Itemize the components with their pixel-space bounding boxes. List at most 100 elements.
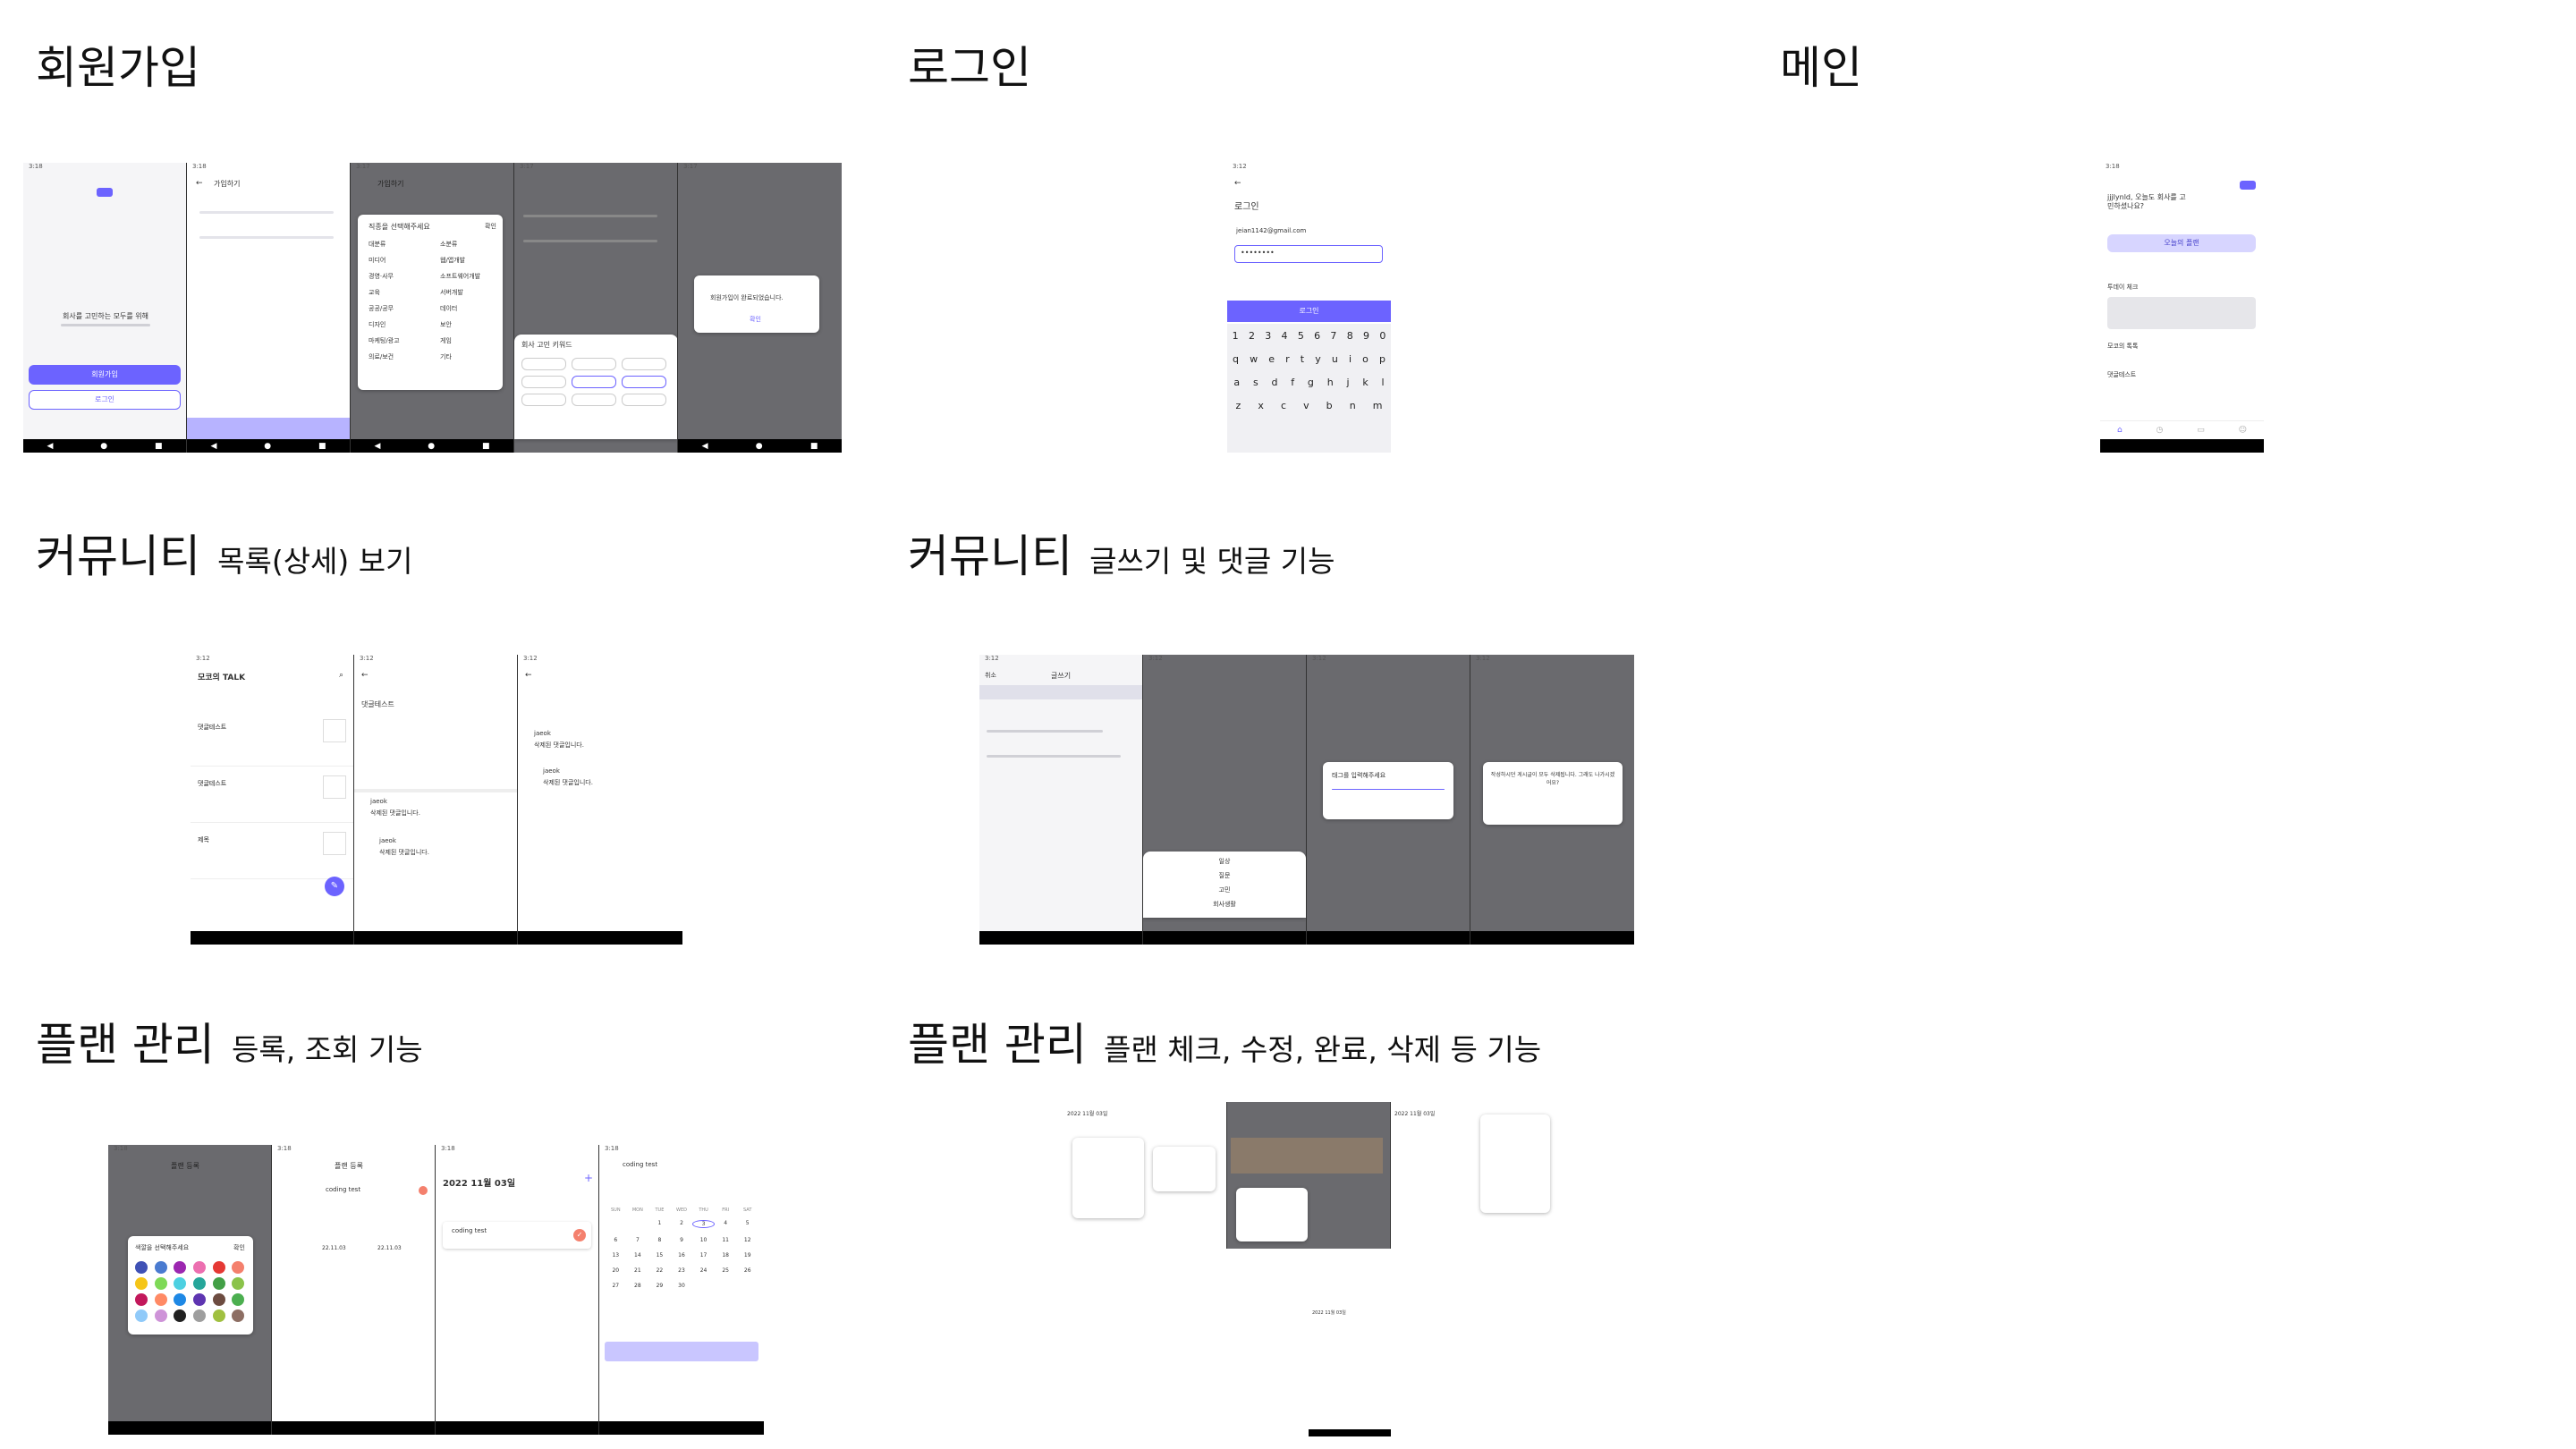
calendar-day[interactable]: 21 bbox=[627, 1267, 649, 1274]
calendar-day[interactable]: 2 bbox=[671, 1220, 693, 1228]
job-sub-item[interactable]: 데이터 bbox=[440, 304, 480, 320]
next-button[interactable] bbox=[187, 418, 350, 439]
plan-color-swatch[interactable] bbox=[419, 1186, 428, 1195]
keyword-chip[interactable] bbox=[521, 394, 566, 406]
color-swatch[interactable] bbox=[232, 1261, 245, 1274]
keyboard-key[interactable]: x bbox=[1258, 400, 1264, 411]
calendar-day[interactable]: 14 bbox=[627, 1252, 649, 1258]
color-swatch[interactable] bbox=[174, 1309, 187, 1322]
search-icon[interactable]: ⌕ bbox=[339, 671, 343, 680]
color-swatch[interactable] bbox=[212, 1277, 225, 1290]
calendar-day[interactable]: 28 bbox=[627, 1283, 649, 1289]
input-field[interactable] bbox=[199, 236, 334, 239]
back-icon[interactable]: ◀ bbox=[47, 442, 53, 451]
tag-input[interactable] bbox=[1332, 789, 1445, 790]
keyboard-key[interactable]: 2 bbox=[1249, 330, 1255, 342]
job-main-item[interactable]: 의료/보건 bbox=[369, 352, 400, 369]
confirm-button[interactable]: 확인 bbox=[233, 1243, 245, 1252]
calendar-day[interactable]: 9 bbox=[671, 1237, 693, 1243]
back-arrow-icon[interactable]: ← bbox=[361, 671, 369, 680]
calendar-day[interactable]: 3 bbox=[692, 1220, 715, 1228]
color-swatch[interactable] bbox=[154, 1293, 167, 1306]
color-swatch[interactable] bbox=[174, 1277, 187, 1290]
calendar-day[interactable]: 25 bbox=[715, 1267, 737, 1274]
recents-icon[interactable]: ■ bbox=[318, 442, 326, 451]
home-icon[interactable]: ● bbox=[428, 442, 435, 451]
keyboard-key[interactable]: 5 bbox=[1298, 330, 1304, 342]
home-icon[interactable]: ● bbox=[100, 442, 107, 451]
keyboard-key[interactable]: 4 bbox=[1282, 330, 1288, 342]
keyboard-key[interactable]: p bbox=[1379, 353, 1385, 365]
end-date[interactable]: 22.11.03 bbox=[377, 1245, 402, 1251]
calendar-day[interactable]: 22 bbox=[648, 1267, 671, 1274]
keyboard-key[interactable]: w bbox=[1250, 353, 1258, 365]
job-sub-item[interactable]: 웹/앱개발 bbox=[440, 256, 480, 272]
color-swatch[interactable] bbox=[232, 1277, 245, 1290]
calendar-day[interactable]: 24 bbox=[692, 1267, 715, 1274]
write-fab-icon[interactable]: ✎ bbox=[325, 877, 344, 896]
confirm-button[interactable]: 확인 bbox=[485, 222, 496, 231]
job-main-item[interactable]: 공공/공무 bbox=[369, 304, 400, 320]
back-arrow-icon[interactable]: ← bbox=[1234, 179, 1241, 188]
keyboard-key[interactable]: y bbox=[1315, 353, 1321, 365]
check-icon[interactable]: ✓ bbox=[573, 1229, 586, 1241]
keyboard-key[interactable]: d bbox=[1271, 377, 1277, 388]
job-main-item[interactable]: 미디어 bbox=[369, 256, 400, 272]
home-tab-icon[interactable]: ⌂ bbox=[2117, 426, 2123, 435]
color-swatch[interactable] bbox=[192, 1261, 206, 1274]
email-field[interactable]: jeian1142@gmail.com bbox=[1236, 227, 1306, 234]
keyboard-key[interactable]: r bbox=[1285, 353, 1290, 365]
color-swatch[interactable] bbox=[232, 1293, 245, 1306]
cancel-button[interactable]: 취소 bbox=[985, 671, 996, 680]
keyboard-key[interactable]: 1 bbox=[1233, 330, 1239, 342]
job-sub-item[interactable]: 기타 bbox=[440, 352, 480, 369]
color-swatch[interactable] bbox=[192, 1309, 206, 1322]
calendar-day[interactable]: 1 bbox=[648, 1220, 671, 1228]
job-main-item[interactable]: 마케팅/광고 bbox=[369, 336, 400, 352]
category-option[interactable]: 고민 bbox=[1143, 886, 1306, 900]
keyword-chip[interactable] bbox=[521, 358, 566, 370]
body-input[interactable] bbox=[987, 755, 1121, 758]
color-swatch[interactable] bbox=[154, 1277, 167, 1290]
input-field[interactable] bbox=[199, 211, 334, 214]
keyboard-key[interactable]: j bbox=[1346, 377, 1349, 388]
keyboard-key[interactable]: c bbox=[1281, 400, 1286, 411]
color-swatch[interactable] bbox=[212, 1309, 225, 1322]
keyboard-key[interactable]: v bbox=[1303, 400, 1309, 411]
calendar-day[interactable]: 4 bbox=[715, 1220, 737, 1228]
color-swatch[interactable] bbox=[135, 1261, 148, 1274]
keyboard-key[interactable]: u bbox=[1332, 353, 1338, 365]
home-icon[interactable]: ● bbox=[264, 442, 271, 451]
back-arrow-icon[interactable]: ← bbox=[525, 671, 532, 680]
keyboard-key[interactable]: 6 bbox=[1314, 330, 1320, 342]
color-swatch[interactable] bbox=[135, 1309, 148, 1322]
color-swatch[interactable] bbox=[192, 1293, 206, 1306]
job-sub-item[interactable]: 보안 bbox=[440, 320, 480, 336]
calendar-day[interactable]: 17 bbox=[692, 1252, 715, 1258]
job-sub-item[interactable]: 게임 bbox=[440, 336, 480, 352]
home-icon[interactable]: ● bbox=[756, 442, 763, 451]
color-swatch[interactable] bbox=[135, 1277, 148, 1290]
calendar-day[interactable]: 5 bbox=[736, 1220, 758, 1228]
login-button[interactable]: 로그인 bbox=[29, 390, 181, 410]
color-swatch[interactable] bbox=[135, 1293, 148, 1306]
calendar-day[interactable]: 19 bbox=[736, 1252, 758, 1258]
job-sub-item[interactable]: 소프트웨어개발 bbox=[440, 272, 480, 288]
calendar-day[interactable]: 11 bbox=[715, 1237, 737, 1243]
color-swatch[interactable] bbox=[212, 1261, 225, 1274]
keyboard-key[interactable]: 3 bbox=[1265, 330, 1271, 342]
calendar-day[interactable]: 29 bbox=[648, 1283, 671, 1289]
keyword-chip[interactable] bbox=[521, 376, 566, 388]
keyboard-key[interactable]: t bbox=[1301, 353, 1304, 365]
keyboard-key[interactable]: h bbox=[1327, 377, 1334, 388]
recents-icon[interactable]: ■ bbox=[482, 442, 490, 451]
keyboard-key[interactable]: e bbox=[1268, 353, 1275, 365]
calendar-day[interactable]: 18 bbox=[715, 1252, 737, 1258]
board-post-title[interactable]: 댓글테스트 bbox=[2107, 370, 2136, 379]
plan-name-input[interactable]: coding test bbox=[326, 1186, 360, 1193]
post-list-item[interactable]: 댓글테스트 bbox=[191, 710, 353, 767]
keyboard-key[interactable]: 0 bbox=[1379, 330, 1385, 342]
job-main-item[interactable]: 교육 bbox=[369, 288, 400, 304]
keyboard-key[interactable]: z bbox=[1236, 400, 1241, 411]
keyboard-key[interactable]: 9 bbox=[1363, 330, 1369, 342]
